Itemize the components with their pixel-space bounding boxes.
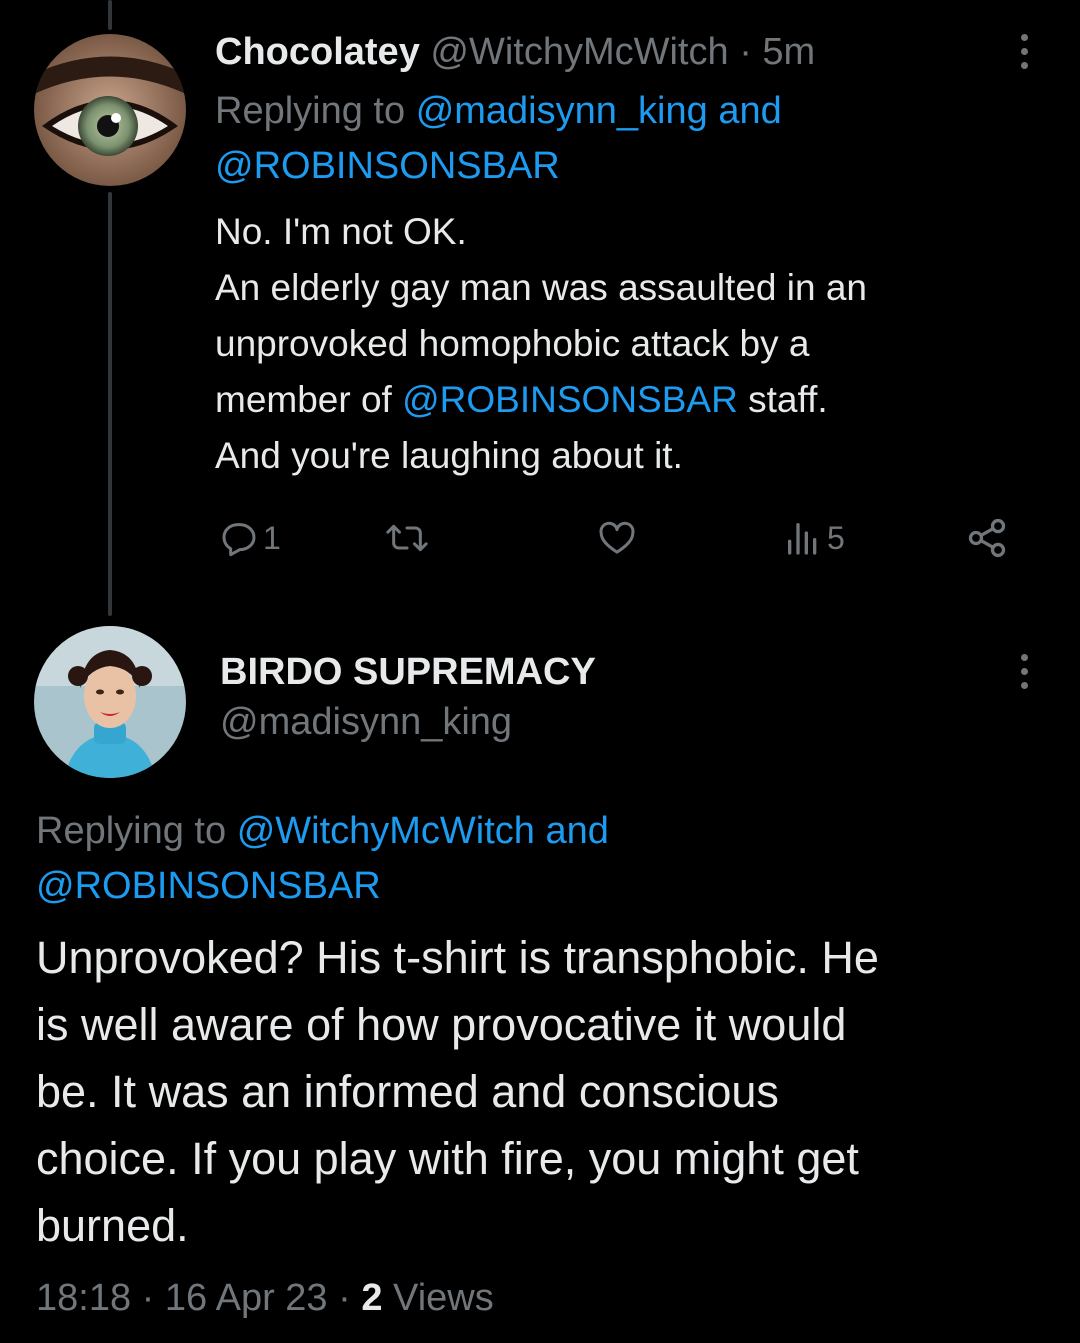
tweet-text-line: An elderly gay man was assaulted in an [215, 267, 867, 308]
tweet-text-segment: member of [215, 379, 392, 420]
tweet-text-segment: staff. [748, 379, 828, 420]
views-count: 5 [827, 519, 845, 556]
portrait-avatar-icon [34, 626, 186, 778]
retweet-button[interactable] [385, 510, 433, 566]
tweet-actions: 1 5 [215, 510, 1025, 566]
tweet-text-line: And you're laughing about it. [215, 435, 683, 476]
mention-link[interactable]: @ROBINSONSBAR [402, 379, 738, 420]
tweet-text-line: is well aware of how provocative it woul… [36, 999, 847, 1050]
user-handle[interactable]: @WitchyMcWitch [430, 31, 728, 73]
tweet-text-line: burned. [36, 1200, 189, 1251]
mention-link[interactable]: @ROBINSONSBAR [215, 145, 560, 187]
more-dots-icon[interactable] [1006, 646, 1042, 696]
thread-connector-top [108, 0, 112, 30]
separator-dot: · [141, 1277, 155, 1319]
tweet-text-line: Unprovoked? His t-shirt is transphobic. … [36, 932, 879, 983]
views-button[interactable]: 5 [783, 510, 845, 566]
display-name[interactable]: Chocolatey [215, 31, 420, 73]
mention-link[interactable]: @madisynn_king [416, 90, 708, 132]
mention-link[interactable]: @ROBINSONSBAR [36, 865, 381, 907]
reply-icon [222, 523, 256, 557]
tweet-time[interactable]: 18:18 [36, 1277, 131, 1319]
replying-and: and [545, 810, 609, 852]
tweet-text-line: be. It was an informed and conscious [36, 1066, 779, 1117]
like-button[interactable] [595, 510, 643, 566]
tweet-text-line: member of @ROBINSONSBAR staff. [215, 372, 1045, 428]
replying-and: and [718, 90, 782, 132]
views-label: Views [393, 1277, 494, 1319]
replying-to: Replying to @madisynn_king and @ROBINSON… [215, 84, 1035, 194]
replying-to: Replying to @WitchyMcWitch and @ROBINSON… [36, 804, 1036, 914]
tweet-text: Unprovoked? His t-shirt is transphobic. … [36, 924, 1046, 1259]
tweet-text-line: unprovoked homophobic attack by a [215, 323, 810, 364]
avatar[interactable] [34, 34, 186, 186]
tweet-header: Chocolatey @WitchyMcWitch · 5m [215, 28, 815, 76]
avatar[interactable] [34, 626, 186, 778]
heart-icon [599, 521, 635, 554]
views-chart-icon [788, 523, 817, 555]
mention-link[interactable]: @WitchyMcWitch [237, 810, 535, 852]
tweet-text-line: choice. If you play with fire, you might… [36, 1133, 859, 1184]
retweet-icon [386, 524, 428, 552]
tweet-text: No. I'm not OK. An elderly gay man was a… [215, 204, 1045, 484]
reply-count: 1 [263, 519, 281, 556]
separator-dot: · [338, 1277, 351, 1319]
share-button[interactable] [965, 510, 1009, 566]
tweet-date[interactable]: 16 Apr 23 [165, 1277, 328, 1319]
reply-button[interactable]: 1 [219, 510, 281, 566]
tweet-text-line: No. I'm not OK. [215, 211, 467, 252]
share-icon [968, 518, 1006, 558]
more-dots-icon[interactable] [1006, 26, 1042, 76]
eye-avatar-icon [34, 34, 186, 186]
replying-prefix: Replying to [36, 810, 227, 852]
views-count: 2 [361, 1277, 383, 1319]
user-handle[interactable]: @madisynn_king [220, 698, 512, 746]
separator-dot: · [739, 31, 752, 73]
display-name[interactable]: BIRDO SUPREMACY [220, 648, 596, 696]
replying-prefix: Replying to [215, 90, 406, 132]
thread-connector [108, 192, 112, 616]
tweet-meta: 18:18 · 16 Apr 23 · 2 Views [36, 1274, 494, 1322]
timestamp[interactable]: 5m [762, 31, 815, 73]
